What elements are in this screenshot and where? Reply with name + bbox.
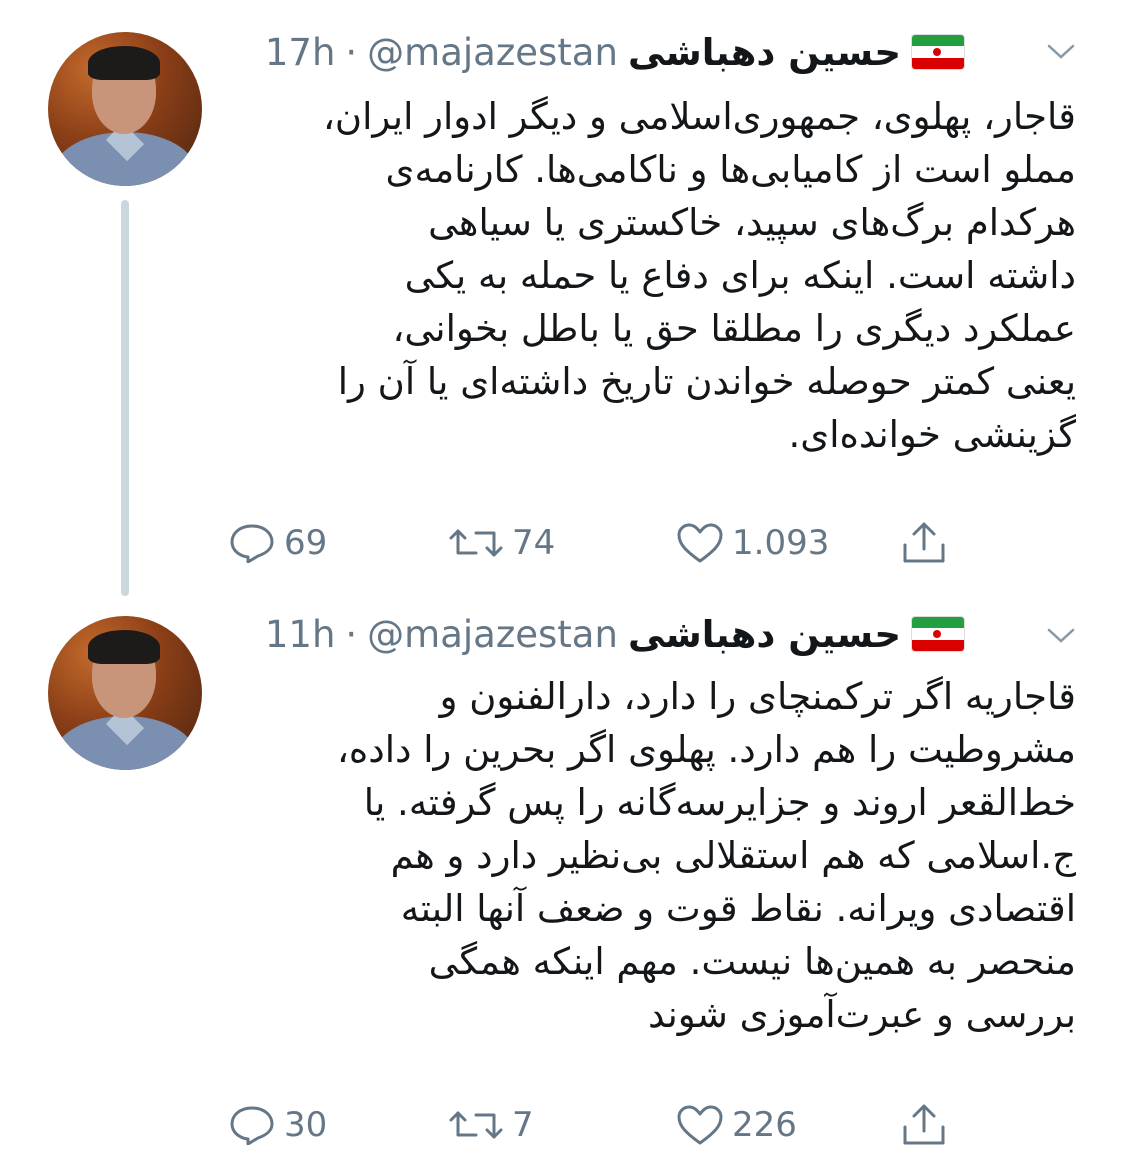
avatar[interactable] [48,32,202,186]
chevron-down-icon[interactable] [1045,620,1077,652]
reply-icon [228,523,276,563]
retweet-button[interactable]: 74 [448,523,555,563]
share-icon [900,521,948,565]
tweet-actions: 30 7 226 [228,1100,968,1150]
tweet-time[interactable]: 11h [265,613,336,656]
tweet-actions: 69 74 1.093 [228,518,968,568]
retweet-icon [448,1105,504,1145]
separator-dot: · [345,612,358,656]
author-name[interactable]: حسین دهباشی [628,613,901,656]
retweet-count: 7 [512,1105,534,1145]
thread-connector-line [121,200,129,596]
like-count: 226 [732,1105,797,1145]
retweet-icon [448,523,504,563]
reply-count: 30 [284,1105,328,1145]
avatar[interactable] [48,616,202,770]
share-button[interactable] [900,521,948,565]
reply-button[interactable]: 69 [228,523,327,563]
retweet-count: 74 [512,523,556,563]
like-button[interactable]: 1.093 [676,522,829,564]
tweet-text: قاجار، پهلوی، جمهوری‌اسلامی و دیگر ادوار… [322,95,1076,456]
share-button[interactable] [900,1103,948,1147]
iran-flag-icon [911,34,965,70]
retweet-button[interactable]: 7 [448,1105,534,1145]
tweet-time[interactable]: 17h [265,31,336,74]
share-icon [900,1103,948,1147]
separator-dot: · [345,30,358,74]
like-button[interactable]: 226 [676,1104,797,1146]
tweet-header: 17h · @majazestan حسین دهباشی [228,30,965,74]
like-count: 1.093 [732,523,830,563]
iran-flag-icon [911,616,965,652]
heart-icon [676,1104,724,1146]
tweet-header: 11h · @majazestan حسین دهباشی [228,612,965,656]
reply-button[interactable]: 30 [228,1105,327,1145]
reply-count: 69 [284,523,328,563]
author-name[interactable]: حسین دهباشی [628,31,901,74]
author-handle[interactable]: @majazestan [367,31,618,74]
chevron-down-icon[interactable] [1045,36,1077,68]
tweet-text: قاجاریه اگر ترکمنچای را دارد، دارالفنون … [336,675,1076,1036]
heart-icon [676,522,724,564]
author-handle[interactable]: @majazestan [367,613,618,656]
reply-icon [228,1105,276,1145]
